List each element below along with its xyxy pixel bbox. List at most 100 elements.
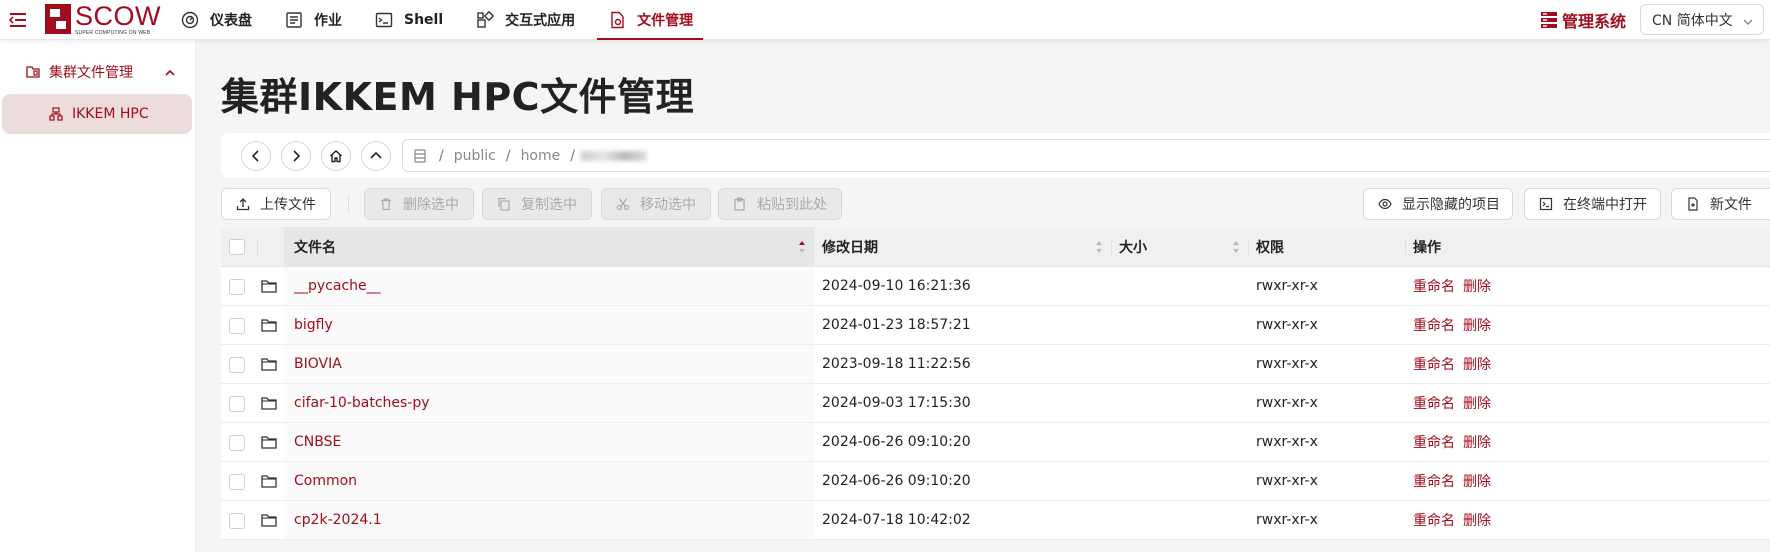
file-size	[1111, 462, 1119, 500]
rename-link[interactable]: 重命名	[1413, 393, 1455, 413]
folder-icon	[261, 514, 277, 527]
rename-link[interactable]: 重命名	[1413, 276, 1455, 296]
delete-link[interactable]: 删除	[1463, 354, 1491, 374]
table-row[interactable]: cifar-10-batches-py 2024-09-03 17:15:30 rw…	[221, 384, 1770, 423]
row-checkbox[interactable]	[229, 435, 245, 451]
column-header-size[interactable]: 大小	[1111, 227, 1248, 267]
nav-jobs[interactable]: 作业	[274, 0, 352, 40]
nav-jobs-label: 作业	[314, 13, 342, 29]
delete-link[interactable]: 删除	[1463, 510, 1491, 530]
copy-selected-label: 复制选中	[521, 197, 577, 213]
terminal-icon	[1539, 197, 1553, 211]
back-button[interactable]	[241, 141, 271, 171]
menu-toggle-icon[interactable]	[8, 11, 28, 29]
column-actions-label: 操作	[1413, 240, 1441, 256]
open-in-terminal-label: 在终端中打开	[1563, 197, 1647, 213]
folder-icon	[261, 397, 277, 410]
table-row[interactable]: BIOVIA 2023-09-18 11:22:56 rwxr-xr-x 重命名 删除	[221, 345, 1770, 384]
job-icon	[284, 10, 304, 30]
move-selected-button[interactable]: 移动选中	[601, 188, 711, 220]
table-row[interactable]: CNBSE 2024-06-26 09:10:20 rwxr-xr-x 重命名 删除	[221, 423, 1770, 462]
home-button[interactable]	[321, 141, 351, 171]
logo-title: SCOW	[75, 0, 161, 31]
nav-dashboard[interactable]: 仪表盘	[170, 0, 262, 40]
table-row[interactable]: bigfly 2024-01-23 18:57:21 rwxr-xr-x 重命名 删除	[221, 306, 1770, 345]
table-row[interactable]: Common 2024-06-26 09:10:20 rwxr-xr-x 重命名 删除	[221, 462, 1770, 501]
new-file-button[interactable]: 新文件	[1671, 188, 1770, 220]
folder-file-icon	[25, 64, 41, 80]
rename-link[interactable]: 重命名	[1413, 315, 1455, 335]
admin-system-link[interactable]: 管理系统	[1540, 8, 1626, 32]
sidebar-group-cluster-files[interactable]: 集群文件管理	[0, 50, 196, 94]
file-name-link[interactable]: Common	[294, 473, 357, 489]
language-select[interactable]: CN 简体中文	[1640, 4, 1764, 35]
file-icon	[607, 10, 627, 30]
upload-button[interactable]: 上传文件	[221, 188, 331, 220]
row-checkbox[interactable]	[229, 279, 245, 295]
row-checkbox[interactable]	[229, 396, 245, 412]
file-name-link[interactable]: cp2k-2024.1	[294, 512, 382, 528]
rename-link[interactable]: 重命名	[1413, 354, 1455, 374]
modified-date: 2024-01-23 18:57:21	[822, 317, 971, 333]
column-modified-label: 修改日期	[822, 240, 878, 256]
show-hidden-button[interactable]: 显示隐藏的项目	[1363, 188, 1513, 220]
delete-link[interactable]: 删除	[1463, 471, 1491, 491]
eye-icon	[1378, 197, 1392, 211]
row-checkbox[interactable]	[229, 474, 245, 490]
file-size	[1111, 423, 1119, 461]
copy-icon	[497, 197, 511, 211]
file-size	[1111, 306, 1119, 344]
row-checkbox[interactable]	[229, 357, 245, 373]
file-name-link[interactable]: __pycache__	[294, 278, 381, 294]
row-checkbox[interactable]	[229, 513, 245, 529]
row-checkbox[interactable]	[229, 318, 245, 334]
table-header: 文件名 修改日期 大小 权限 操作	[221, 227, 1770, 267]
open-in-terminal-button[interactable]: 在终端中打开	[1524, 188, 1661, 220]
paste-icon	[733, 197, 747, 211]
delete-link[interactable]: 删除	[1463, 315, 1491, 335]
file-size	[1111, 267, 1119, 305]
file-size	[1111, 384, 1119, 422]
nav-shell-label: Shell	[404, 12, 444, 28]
nav-interactive-apps[interactable]: 交互式应用	[465, 0, 585, 40]
file-name-link[interactable]: BIOVIA	[294, 356, 342, 372]
up-button[interactable]	[361, 141, 391, 171]
file-name-link[interactable]: cifar-10-batches-py	[294, 395, 430, 411]
paste-here-button[interactable]: 粘贴到此处	[718, 188, 842, 220]
permissions: rwxr-xr-x	[1256, 317, 1318, 333]
select-all-checkbox[interactable]	[229, 239, 245, 255]
header-divider	[257, 239, 258, 255]
permissions: rwxr-xr-x	[1256, 356, 1318, 372]
rename-link[interactable]: 重命名	[1413, 471, 1455, 491]
permissions: rwxr-xr-x	[1256, 434, 1318, 450]
modified-date: 2024-09-03 17:15:30	[822, 395, 971, 411]
move-selected-label: 移动选中	[640, 197, 696, 213]
permissions: rwxr-xr-x	[1256, 512, 1318, 528]
table-row[interactable]: __pycache__ 2024-09-10 16:21:36 rwxr-xr-x 重…	[221, 267, 1770, 306]
folder-icon	[261, 280, 277, 293]
rename-link[interactable]: 重命名	[1413, 510, 1455, 530]
delete-link[interactable]: 删除	[1463, 432, 1491, 452]
path-bar: / public / home /	[221, 133, 1770, 178]
delete-link[interactable]: 删除	[1463, 276, 1491, 296]
table-body: __pycache__ 2024-09-10 16:21:36 rwxr-xr-x 重…	[221, 267, 1770, 540]
sidebar-item-ikkem-hpc[interactable]: IKKEM HPC	[2, 94, 192, 134]
cluster-icon	[49, 107, 63, 121]
rename-link[interactable]: 重命名	[1413, 432, 1455, 452]
file-name-link[interactable]: CNBSE	[294, 434, 341, 450]
column-header-name[interactable]: 文件名	[284, 227, 814, 267]
file-name-link[interactable]: bigfly	[294, 317, 333, 333]
nav-file-management[interactable]: 文件管理	[597, 0, 704, 40]
delete-link[interactable]: 删除	[1463, 393, 1491, 413]
forward-button[interactable]	[281, 141, 311, 171]
path-segment-home[interactable]: home	[521, 148, 561, 164]
copy-selected-button[interactable]: 复制选中	[482, 188, 592, 220]
delete-selected-button[interactable]: 删除选中	[364, 188, 474, 220]
path-segment-public[interactable]: public	[454, 148, 496, 164]
column-header-modified[interactable]: 修改日期	[814, 227, 1111, 267]
nav-shell[interactable]: Shell	[364, 0, 453, 40]
scow-logo[interactable]: SCOW SUPER COMPUTING ON WEB	[45, 2, 161, 36]
modified-date: 2024-06-26 09:10:20	[822, 434, 971, 450]
table-row[interactable]: cp2k-2024.1 2024-07-18 10:42:02 rwxr-xr-x 重…	[221, 501, 1770, 540]
path-input[interactable]: / public / home /	[402, 139, 1770, 172]
